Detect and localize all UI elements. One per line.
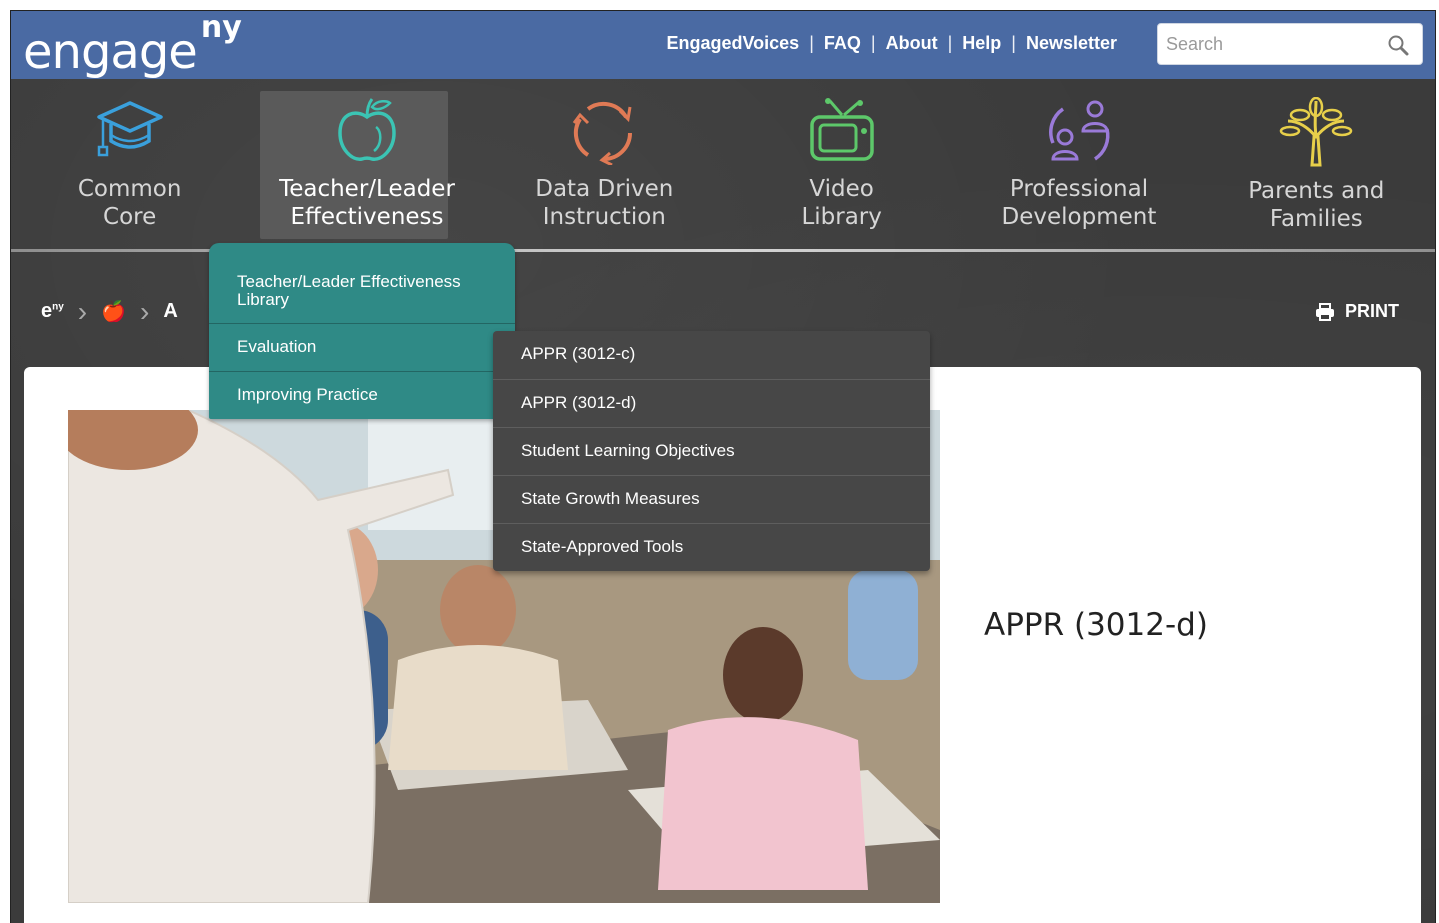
submenu-item-appr-3012-d[interactable]: APPR (3012-d) (493, 379, 930, 427)
tree-icon (1280, 96, 1353, 167)
search-icon[interactable] (1386, 33, 1410, 57)
breadcrumb-home[interactable]: eny (41, 300, 64, 323)
nav-professional-development[interactable]: Professional Development (960, 79, 1197, 249)
nav-data-driven-instruction[interactable]: Data Driven Instruction (486, 79, 723, 249)
dropdown-item-improving-practice[interactable]: Improving Practice › (209, 371, 515, 419)
link-faq[interactable]: FAQ (824, 33, 861, 54)
print-button[interactable]: PRINT (1315, 301, 1399, 322)
nav-common-core[interactable]: Common Core (11, 79, 248, 249)
chevron-right-icon: › (140, 295, 150, 327)
cycle-arrows-icon (573, 101, 633, 167)
page-title: APPR (3012-d) (984, 607, 1208, 643)
nav-label: Teacher/Leader Effectiveness (279, 176, 455, 230)
breadcrumb-current[interactable]: A (163, 300, 177, 323)
nav-label: Common Core (77, 176, 182, 230)
search-input[interactable] (1158, 24, 1378, 64)
link-about[interactable]: About (886, 33, 938, 54)
printer-icon (1316, 302, 1334, 321)
teacher-leader-dropdown: Teacher/Leader Effectiveness Library Eva… (209, 243, 515, 419)
site-logo[interactable]: engage ny (23, 11, 242, 83)
link-engagedvoices[interactable]: EngagedVoices (666, 33, 799, 54)
breadcrumb: eny › 🍎 › A (41, 295, 178, 327)
print-label: PRINT (1345, 301, 1399, 321)
tv-icon (809, 98, 874, 161)
nav-label: Professional Development (1001, 176, 1157, 230)
submenu-item-appr-3012-c[interactable]: APPR (3012-c) (493, 331, 930, 379)
apple-icon (338, 98, 396, 161)
search-box (1157, 23, 1423, 65)
submenu-item-state-approved-tools[interactable]: State-Approved Tools (493, 523, 930, 571)
submenu-item-slo[interactable]: Student Learning Objectives (493, 427, 930, 475)
chevron-right-icon: › (77, 295, 88, 327)
nav-label: Video Library (801, 176, 882, 230)
link-newsletter[interactable]: Newsletter (1026, 33, 1117, 54)
link-separator: | (809, 33, 814, 53)
nav-teacher-leader-effectiveness[interactable]: Teacher/Leader Effectiveness (248, 79, 485, 249)
evaluation-submenu: APPR (3012-c) APPR (3012-d) Student Lear… (493, 331, 930, 571)
link-separator: | (1011, 33, 1016, 53)
nav-parents-and-families[interactable]: Parents and Families (1198, 79, 1435, 249)
nav-label: Parents and Families (1248, 178, 1385, 232)
nav-label: Data Driven Instruction (535, 176, 674, 230)
breadcrumb-apple-icon[interactable]: 🍎 (101, 299, 126, 324)
link-separator: | (947, 33, 953, 53)
link-separator: | (870, 33, 876, 53)
graduation-cap-icon (96, 101, 163, 157)
utility-links: EngagedVoices | FAQ | About | Help | New… (666, 33, 1117, 54)
browser-frame: engage ny EngagedVoices | FAQ | About | H… (10, 10, 1436, 923)
link-help[interactable]: Help (962, 33, 1001, 54)
dropdown-item-evaluation[interactable]: Evaluation › (209, 323, 515, 371)
site-header: engage ny EngagedVoices | FAQ | About | H… (11, 11, 1435, 80)
nav-video-library[interactable]: Video Library (723, 79, 960, 249)
people-exchange-icon (1049, 100, 1110, 161)
main-navigation: Common Core Teacher/Leader Effectiveness (11, 79, 1435, 249)
dropdown-item-library[interactable]: Teacher/Leader Effectiveness Library (209, 243, 515, 323)
submenu-item-state-growth-measures[interactable]: State Growth Measures (493, 475, 930, 523)
